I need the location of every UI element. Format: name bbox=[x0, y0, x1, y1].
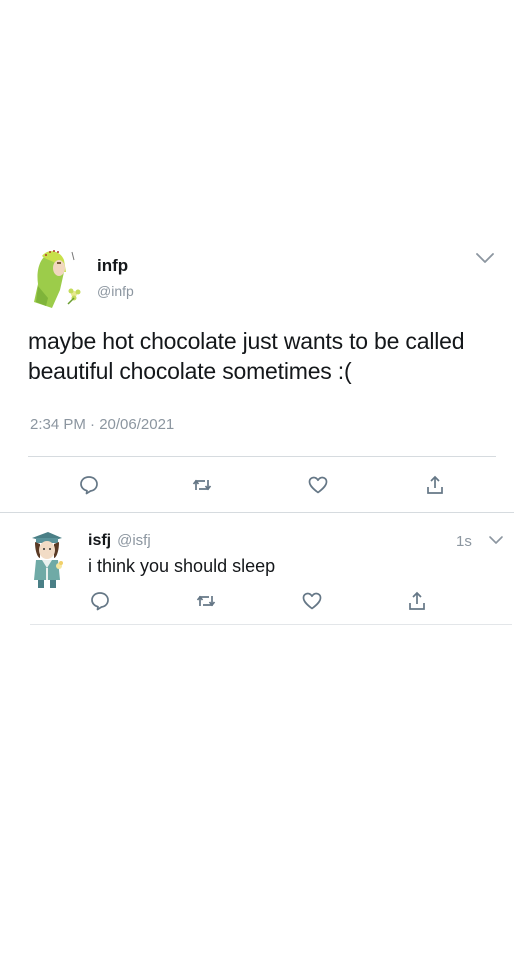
divider bbox=[0, 512, 514, 513]
reply-icon[interactable] bbox=[89, 590, 111, 612]
more-options-chevron-icon[interactable] bbox=[488, 534, 504, 546]
reply-actions bbox=[0, 590, 526, 614]
reply-icon[interactable] bbox=[78, 474, 100, 496]
divider bbox=[30, 624, 512, 625]
like-icon[interactable] bbox=[301, 590, 323, 612]
tweet-text: maybe hot chocolate just wants to be cal… bbox=[28, 328, 465, 384]
isfj-character-avatar-icon bbox=[32, 532, 63, 588]
author-handle[interactable]: @isfj bbox=[117, 532, 151, 549]
share-icon[interactable] bbox=[424, 474, 446, 496]
tweet-thread-page: infp @infp maybe hot chocolate just want… bbox=[0, 0, 526, 974]
reply-text: i think you should sleep bbox=[88, 556, 276, 576]
tweet-timestamp[interactable]: 2:34 PM · 20/06/2021 bbox=[30, 416, 174, 433]
like-icon[interactable] bbox=[307, 474, 329, 496]
infp-character-avatar-icon bbox=[34, 250, 81, 308]
retweet-icon[interactable] bbox=[195, 590, 217, 612]
author-name[interactable]: isfj bbox=[88, 532, 111, 549]
retweet-icon[interactable] bbox=[191, 474, 213, 496]
reply-header: isfj @isfj bbox=[88, 532, 151, 550]
tweet-actions bbox=[0, 474, 526, 498]
avatar[interactable] bbox=[30, 246, 88, 312]
avatar[interactable] bbox=[26, 528, 66, 590]
author-name[interactable]: infp bbox=[97, 256, 128, 276]
reply-timestamp[interactable]: 1s bbox=[456, 533, 472, 550]
share-icon[interactable] bbox=[406, 590, 428, 612]
more-options-chevron-icon[interactable] bbox=[474, 250, 496, 266]
divider bbox=[28, 456, 496, 457]
author-handle[interactable]: @infp bbox=[97, 283, 134, 299]
